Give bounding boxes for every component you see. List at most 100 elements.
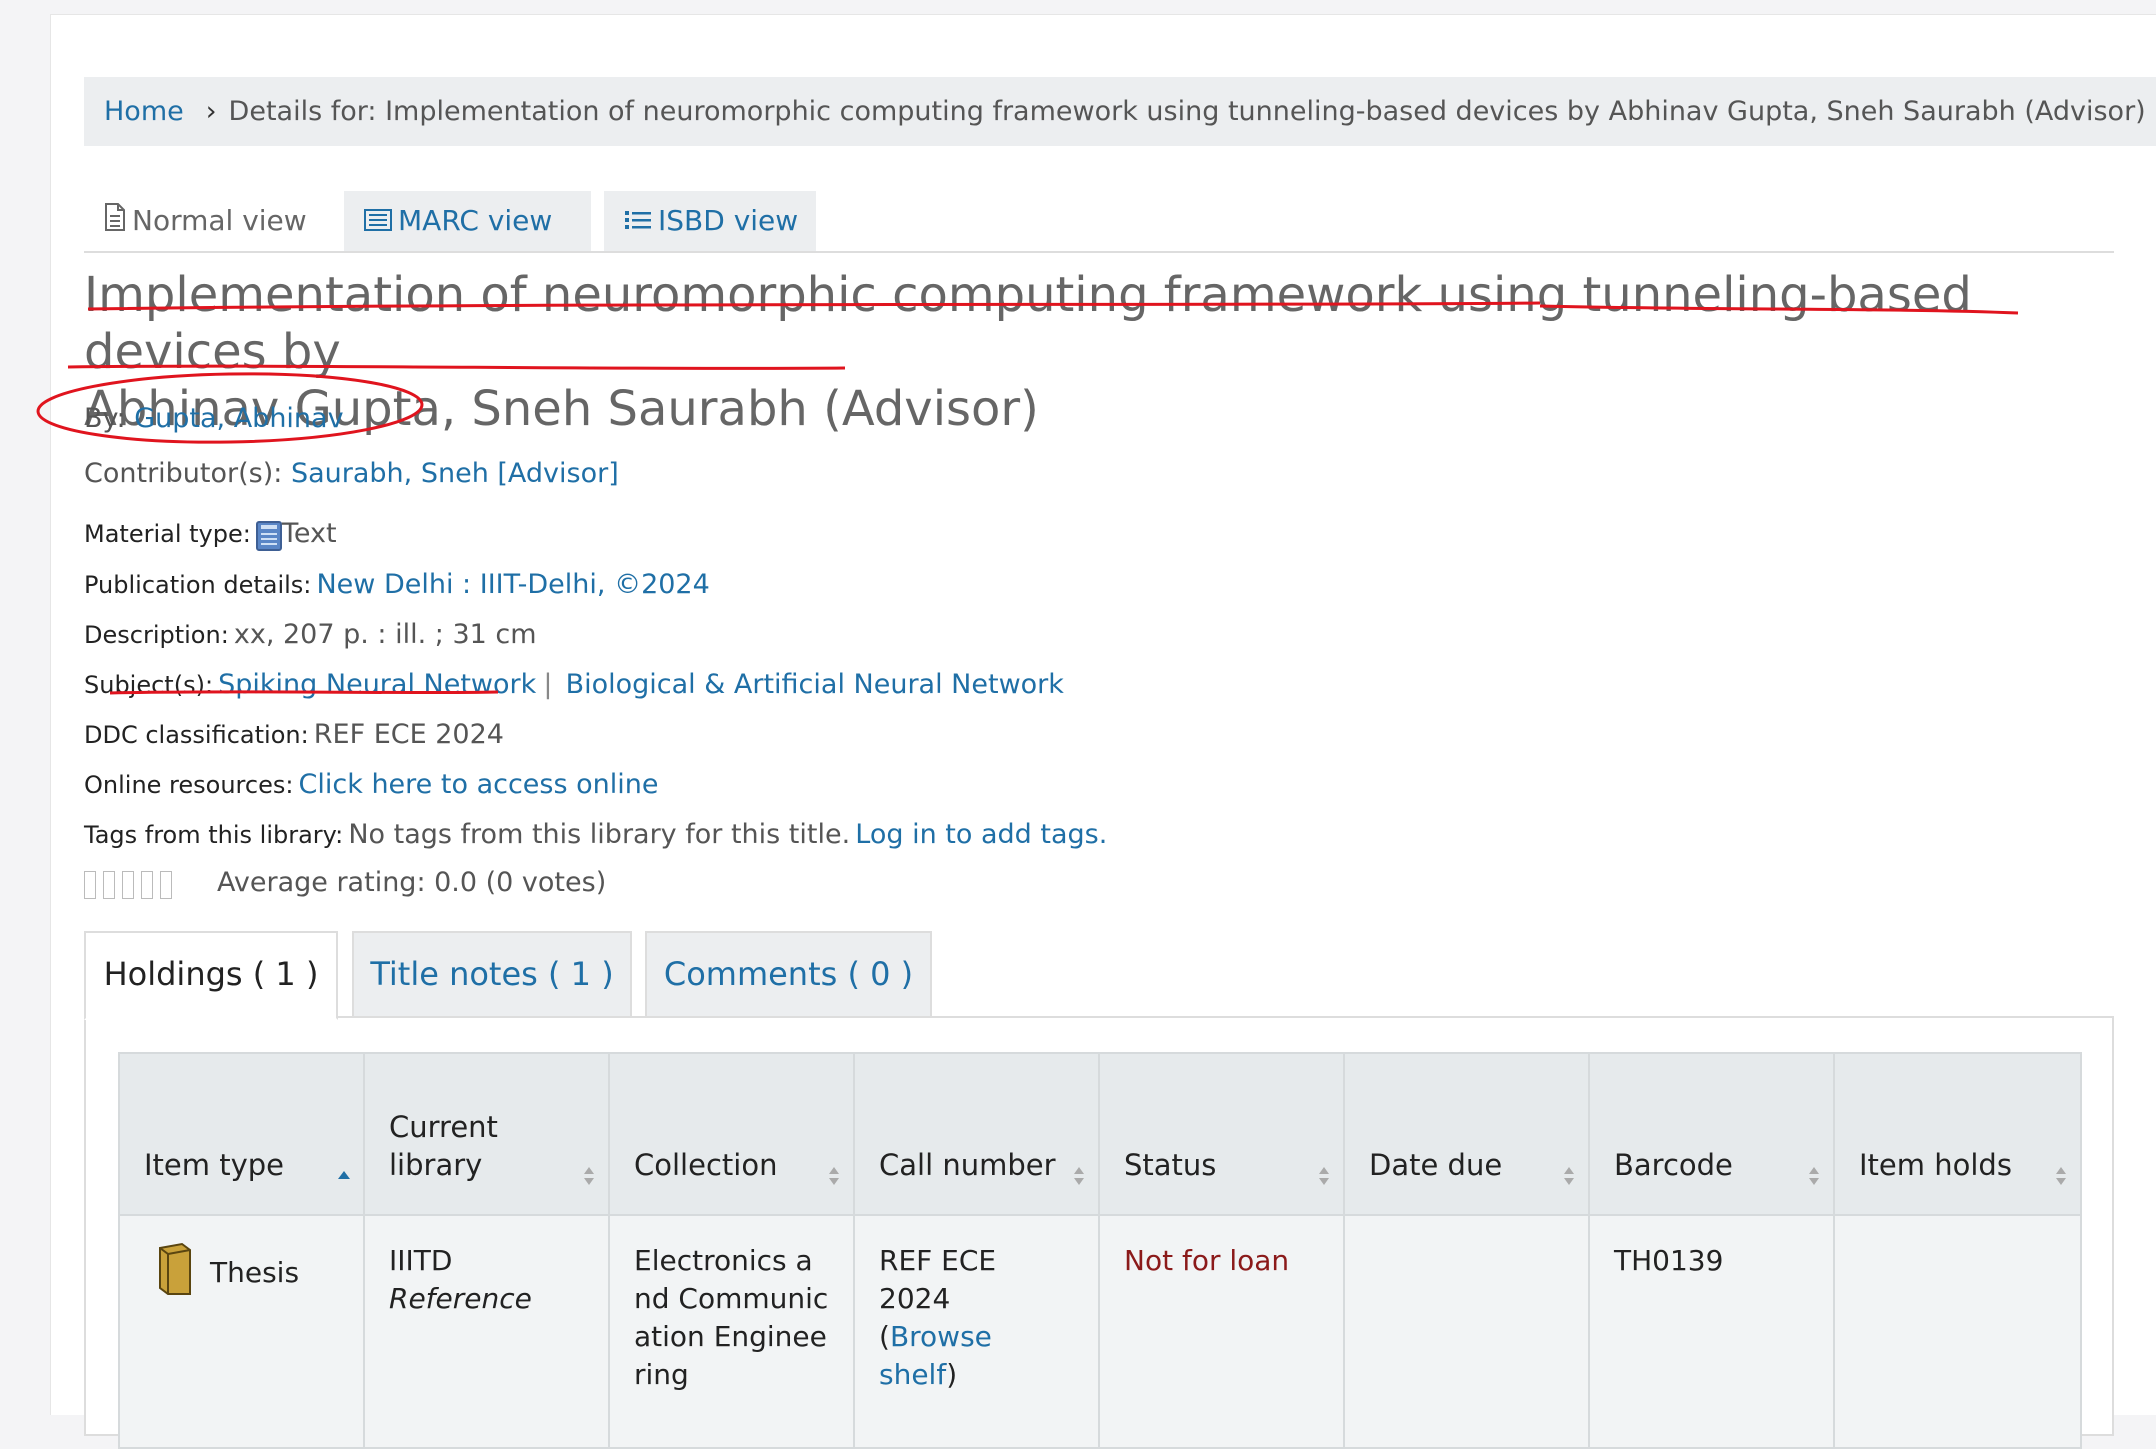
browse-shelf-paren-close: ) [946,1358,958,1391]
column-header-date-due[interactable]: Date due [1343,1052,1590,1216]
tags-row: Tags from this library: No tags from thi… [84,819,1107,850]
shelving-location: Reference [389,1282,532,1315]
sort-ascending-icon[interactable] [337,1166,351,1186]
sort-icon[interactable] [1562,1166,1576,1186]
cell-collection: Electronics and Communication Engineerin… [608,1214,855,1449]
star-icon[interactable] [103,870,115,899]
star-icon[interactable] [160,870,172,899]
breadcrumb: Home › Details for: Implementation of neur… [84,77,2156,146]
call-number-value: REF ECE 2024 [879,1244,997,1315]
cell-item-holds [1833,1214,2082,1449]
author-label: By: [84,403,126,434]
description-label: Description: [84,621,229,649]
contributors-label: Contributor(s): [84,458,283,489]
rating-row: Average rating: 0.0 (0 votes) [84,867,606,899]
tags-label: Tags from this library: [84,821,344,849]
marc-icon [364,192,392,252]
ddc-value: REF ECE 2024 [313,719,504,750]
subject-link-biological[interactable]: Biological & Artificial Neural Network [566,669,1064,700]
sort-icon[interactable] [1317,1166,1331,1186]
sort-icon[interactable] [827,1166,841,1186]
column-header-label: Collection [634,1148,778,1182]
sort-icon[interactable] [1072,1166,1086,1186]
text-material-icon [255,520,282,555]
online-access-link[interactable]: Click here to access online [299,769,659,800]
document-icon [104,192,126,252]
column-header-label: Status [1124,1148,1217,1182]
column-header-call-number[interactable]: Call number [853,1052,1100,1216]
tab-normal-view-label: Normal view [132,204,307,237]
author-row: By: Gupta, Abhinav [84,403,344,434]
book-icon [156,1242,194,1306]
holdings-panel: Item type Current library Collection Cal… [84,1016,2114,1449]
collection-value: Electronics and Communication Engineerin… [634,1244,829,1391]
cell-call-number: REF ECE 2024 (Browse shelf) [853,1214,1100,1449]
material-type-label: Material type: [84,520,251,548]
login-to-add-tags-link[interactable]: Log in to add tags. [855,819,1107,850]
list-icon [624,192,652,252]
main-content: Home › Details for: Implementation of neur… [50,14,2156,1449]
holdings-table: Item type Current library Collection Cal… [118,1052,2082,1449]
barcode-value: TH0139 [1614,1244,1724,1277]
tab-marc-view-label: MARC view [398,204,553,237]
breadcrumb-home-link[interactable]: Home [104,96,184,127]
column-header-item-holds[interactable]: Item holds [1833,1052,2082,1216]
column-header-label: Barcode [1614,1148,1733,1182]
column-header-item-type[interactable]: Item type [118,1052,365,1216]
subject-separator: | [543,669,553,700]
table-header-row: Item type Current library Collection Cal… [118,1052,2082,1216]
breadcrumb-current: Details for: Implementation of neuromorp… [228,96,2146,127]
sort-icon[interactable] [2054,1166,2068,1186]
column-header-barcode[interactable]: Barcode [1588,1052,1835,1216]
breadcrumb-chevron-icon: › [205,96,217,127]
ddc-label: DDC classification: [84,721,309,749]
online-resources-label: Online resources: [84,771,294,799]
publication-label: Publication details: [84,571,312,599]
tab-holdings[interactable]: Holdings ( 1 ) [84,931,338,1020]
tab-isbd-view[interactable]: ISBD view [604,191,816,251]
column-header-status[interactable]: Status [1098,1052,1345,1216]
material-type-value: Text [281,518,337,549]
publication-link[interactable]: New Delhi : IIIT-Delhi, ©2024 [316,569,709,600]
star-icon[interactable] [141,870,153,899]
star-icon[interactable] [84,870,96,899]
subjects-label: Subject(s): [84,671,214,699]
tab-marc-view[interactable]: MARC view [344,191,591,251]
contributors-row: Contributor(s): Saurabh, Sneh [Advisor] [84,458,619,489]
sort-icon[interactable] [1807,1166,1821,1186]
browse-shelf-paren-open: ( [879,1320,890,1353]
tabs-divider [84,251,2114,253]
column-header-collection[interactable]: Collection [608,1052,855,1216]
browse-shelf-link[interactable]: Browse shelf [879,1320,992,1391]
sort-icon[interactable] [582,1166,596,1186]
cell-item-type: Thesis [118,1214,365,1449]
contributor-link[interactable]: Saurabh, Sneh [Advisor] [291,458,619,489]
column-header-label: Call number [879,1148,1056,1182]
cell-date-due [1343,1214,1590,1449]
publication-row: Publication details: New Delhi : IIIT-De… [84,569,710,600]
record-title-line-1: Implementation of neuromorphic computing… [84,267,1972,380]
tags-value: No tags from this library for this title… [348,819,851,850]
star-icon[interactable] [122,870,134,899]
cell-barcode: TH0139 [1588,1214,1835,1449]
cell-current-library: IIITD Reference [363,1214,610,1449]
record-title: Implementation of neuromorphic computing… [84,267,2124,438]
status-value: Not for loan [1124,1244,1290,1277]
library-value: IIITD [389,1244,453,1277]
tab-comments[interactable]: Comments ( 0 ) [645,931,932,1018]
column-header-label: Item type [144,1148,285,1182]
subject-link-spiking[interactable]: Spiking Neural Network [218,669,536,700]
column-header-label: Item holds [1859,1148,2012,1182]
tab-title-notes[interactable]: Title notes ( 1 ) [352,931,632,1018]
online-resources-row: Online resources: Click here to access o… [84,769,658,800]
material-type-row: Material type: Text [84,518,337,555]
author-link[interactable]: Gupta, Abhinav [134,403,343,434]
tab-isbd-view-label: ISBD view [658,204,799,237]
subjects-row: Subject(s): Spiking Neural Network | Bio… [84,669,1064,700]
column-header-label: Date due [1369,1148,1503,1182]
column-header-current-library[interactable]: Current library [363,1052,610,1216]
description-row: Description: xx, 207 p. : ill. ; 31 cm [84,619,537,650]
rating-stars[interactable] [84,868,179,899]
cell-status: Not for loan [1098,1214,1345,1449]
tab-normal-view[interactable]: Normal view [84,191,341,251]
